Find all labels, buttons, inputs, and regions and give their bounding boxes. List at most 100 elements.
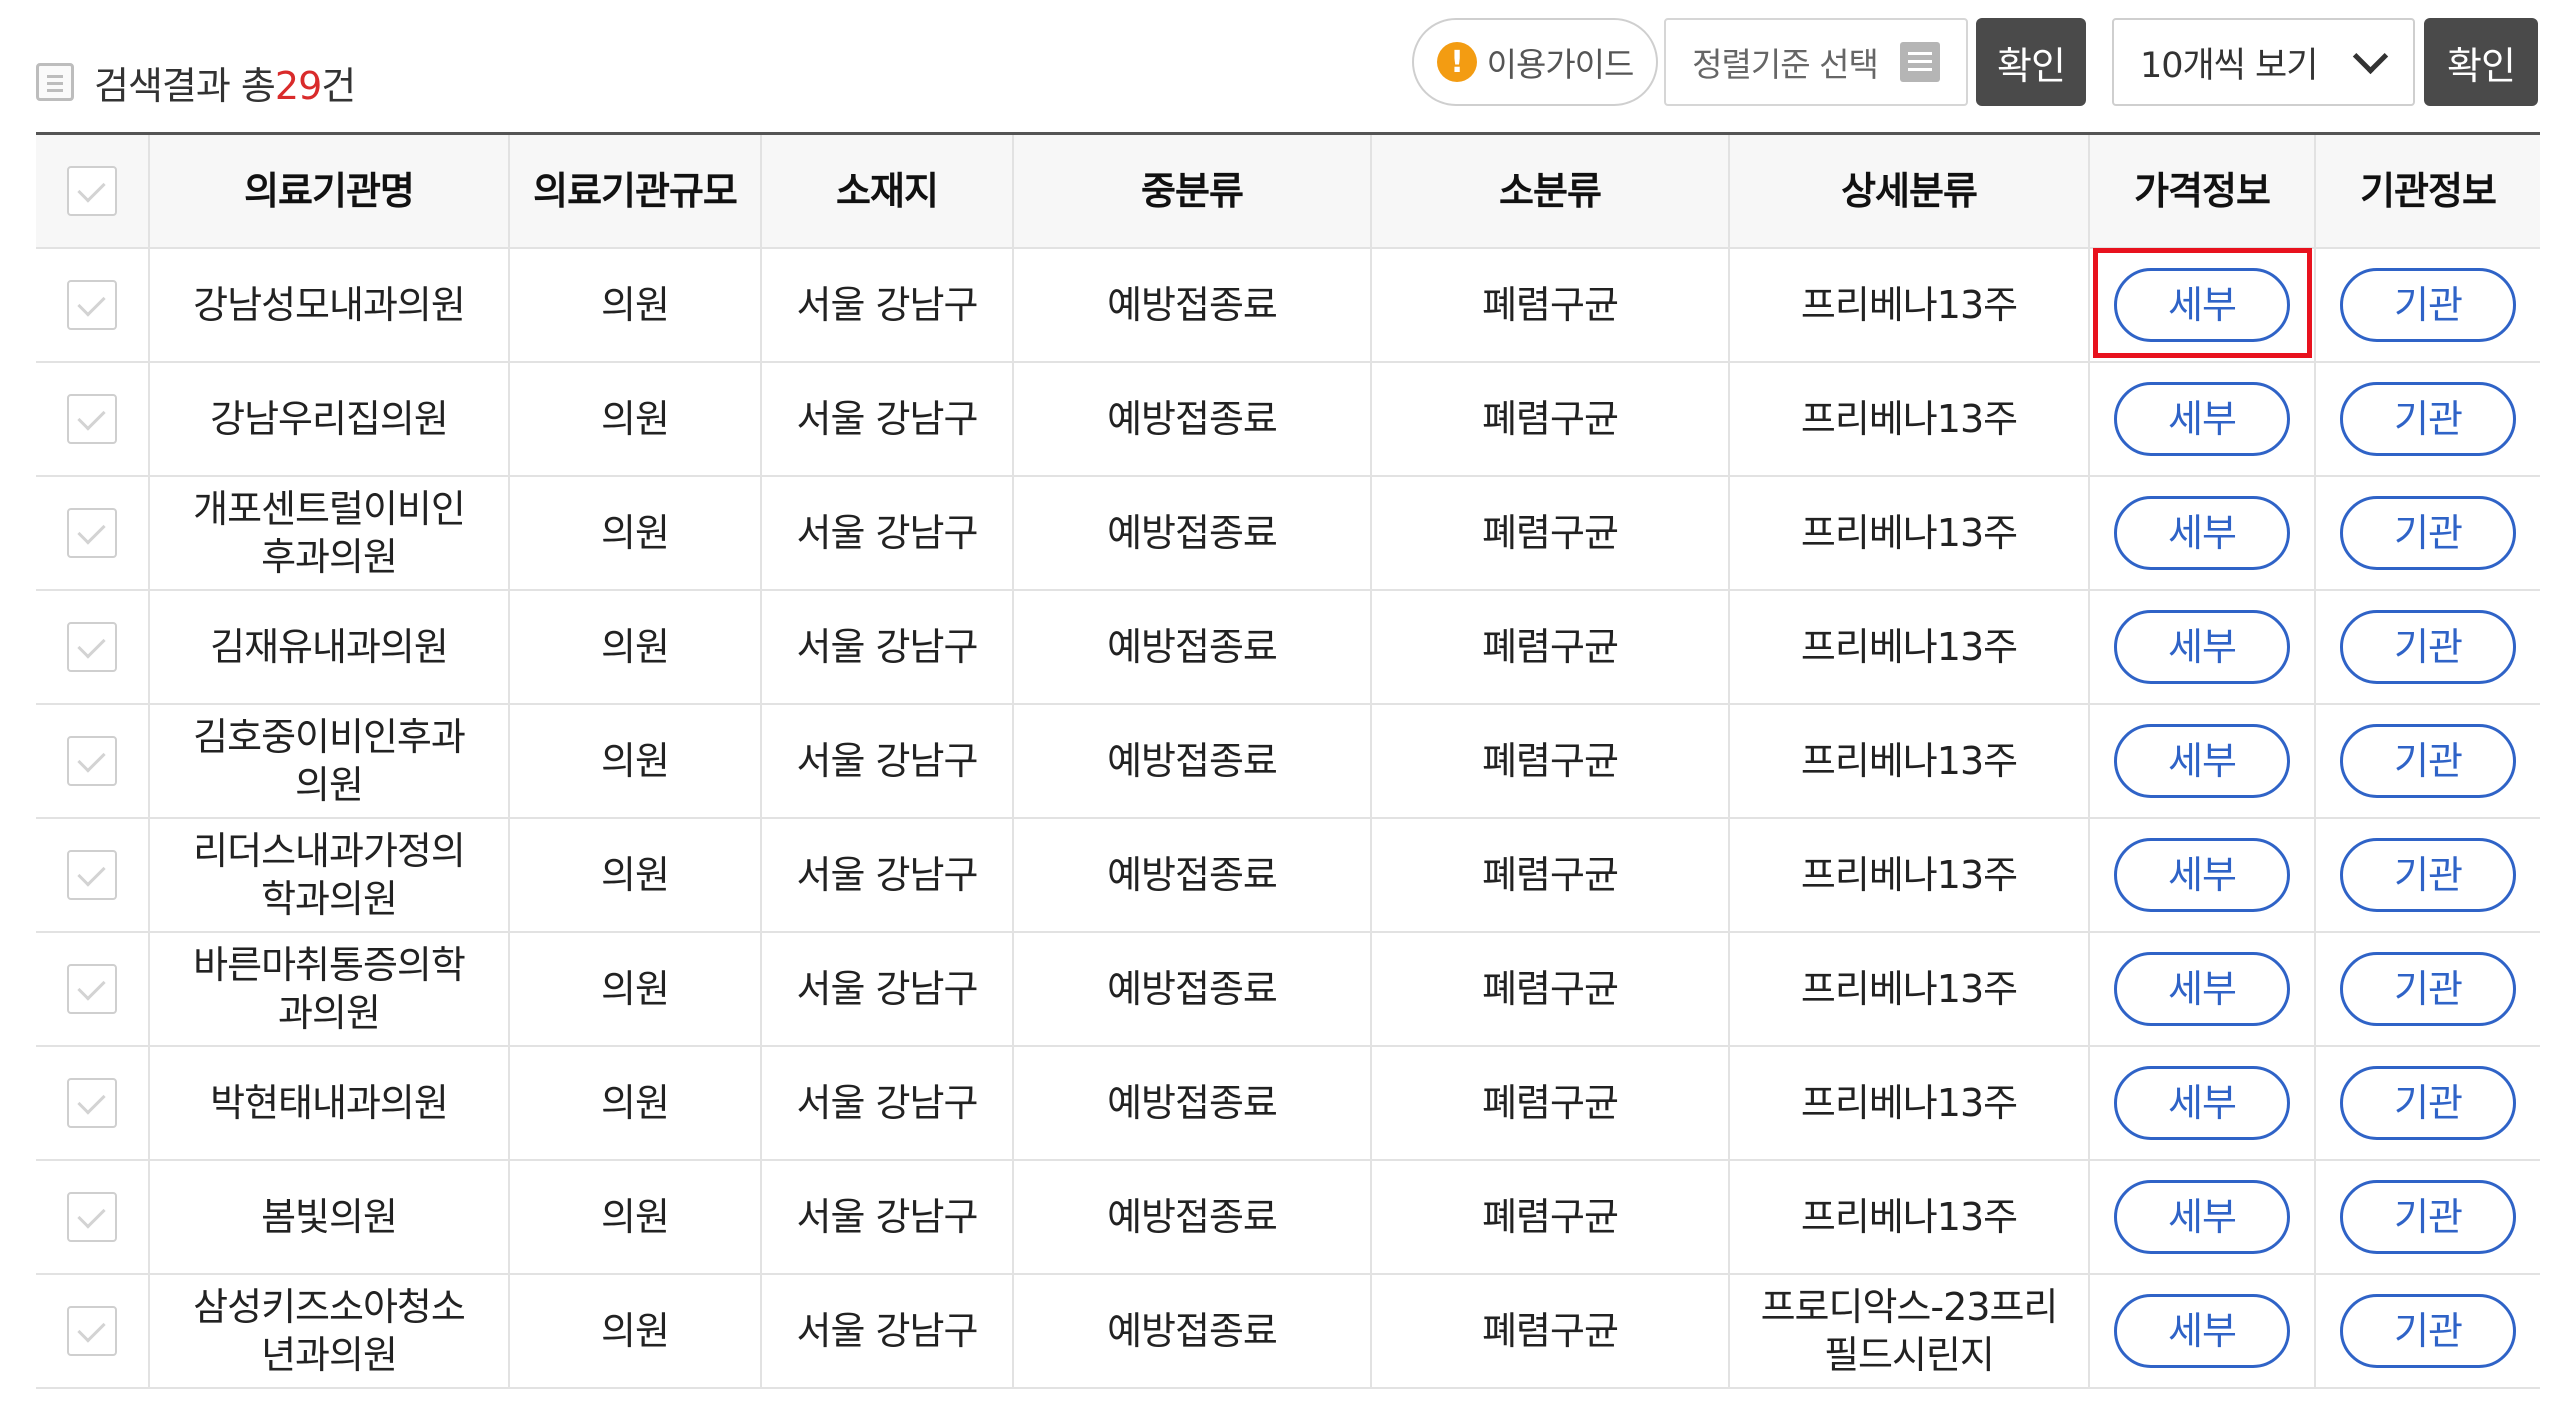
sub-category-cell: 폐렴구균	[1372, 1161, 1730, 1273]
location-cell: 서울 강남구	[762, 705, 1014, 817]
price-detail-button[interactable]: 세부	[2114, 1294, 2290, 1368]
select-all-checkbox[interactable]	[67, 166, 117, 216]
price-detail-button[interactable]: 세부	[2114, 610, 2290, 684]
price-info-cell: 세부	[2090, 933, 2316, 1045]
sort-criteria-button[interactable]: 정렬기준 선택	[1664, 18, 1968, 106]
header-mid-category: 중분류	[1014, 135, 1372, 247]
price-detail-button[interactable]: 세부	[2114, 838, 2290, 912]
table-row: 박현태내과의원 의원 서울 강남구 예방접종료 폐렴구균 프리베나13주 세부 기관	[36, 1047, 2540, 1161]
sub-category-cell: 폐렴구균	[1372, 705, 1730, 817]
table-row: 바른마취통증의학 과의원 의원 서울 강남구 예방접종료 폐렴구균 프리베나13주 세부 기관	[36, 933, 2540, 1047]
location-cell: 서울 강남구	[762, 363, 1014, 475]
table-row: 강남우리집의원 의원 서울 강남구 예방접종료 폐렴구균 프리베나13주 세부 기관	[36, 363, 2540, 477]
institution-name-cell: 강남우리집의원	[150, 363, 510, 475]
row-checkbox[interactable]	[67, 964, 117, 1014]
price-info-cell: 세부	[2090, 363, 2316, 475]
institution-scale-cell: 의원	[510, 1275, 762, 1387]
row-select-cell	[36, 933, 150, 1045]
detail-category-cell: 프리베나13주	[1730, 477, 2090, 589]
document-icon	[36, 63, 74, 101]
price-info-cell: 세부	[2090, 1047, 2316, 1159]
row-checkbox[interactable]	[67, 1306, 117, 1356]
institution-name-cell: 개포센트럴이비인 후과의원	[150, 477, 510, 589]
price-info-cell: 세부	[2090, 591, 2316, 703]
row-checkbox[interactable]	[67, 736, 117, 786]
page-size-confirm-button[interactable]: 확인	[2424, 18, 2538, 106]
mid-category-cell: 예방접종료	[1014, 1047, 1372, 1159]
sub-category-cell: 폐렴구균	[1372, 819, 1730, 931]
table-body: 강남성모내과의원 의원 서울 강남구 예방접종료 폐렴구균 프리베나13주 세부 기관 강남우리…	[36, 249, 2540, 1389]
price-info-cell: 세부	[2090, 705, 2316, 817]
sort-confirm-button[interactable]: 확인	[1976, 18, 2086, 106]
institution-info-cell: 기관	[2316, 1047, 2540, 1159]
list-icon	[1899, 42, 1940, 82]
mid-category-cell: 예방접종료	[1014, 1275, 1372, 1387]
mid-category-cell: 예방접종료	[1014, 591, 1372, 703]
institution-info-cell: 기관	[2316, 819, 2540, 931]
institution-name-cell: 김호중이비인후과 의원	[150, 705, 510, 817]
row-checkbox[interactable]	[67, 850, 117, 900]
table-row: 김재유내과의원 의원 서울 강남구 예방접종료 폐렴구균 프리베나13주 세부 기관	[36, 591, 2540, 705]
detail-category-cell: 프리베나13주	[1730, 1161, 2090, 1273]
table-header-row: 의료기관명 의료기관규모 소재지 중분류 소분류 상세분류 가격정보 기관정보	[36, 135, 2540, 249]
price-detail-button[interactable]: 세부	[2114, 1066, 2290, 1140]
price-detail-button[interactable]: 세부	[2114, 496, 2290, 570]
institution-info-button[interactable]: 기관	[2340, 724, 2516, 798]
institution-scale-cell: 의원	[510, 819, 762, 931]
sort-criteria-label: 정렬기준 선택	[1692, 45, 1879, 84]
exclamation-icon: !	[1436, 42, 1477, 82]
price-detail-button[interactable]: 세부	[2114, 268, 2290, 342]
institution-info-cell: 기관	[2316, 363, 2540, 475]
table-row: 봄빛의원 의원 서울 강남구 예방접종료 폐렴구균 프리베나13주 세부 기관	[36, 1161, 2540, 1275]
sub-category-cell: 폐렴구균	[1372, 363, 1730, 475]
row-checkbox[interactable]	[67, 280, 117, 330]
row-checkbox[interactable]	[67, 622, 117, 672]
institution-info-cell: 기관	[2316, 591, 2540, 703]
sub-category-cell: 폐렴구균	[1372, 1275, 1730, 1387]
price-detail-button[interactable]: 세부	[2114, 724, 2290, 798]
detail-category-cell: 프리베나13주	[1730, 705, 2090, 817]
institution-info-button[interactable]: 기관	[2340, 1066, 2516, 1140]
institution-info-button[interactable]: 기관	[2340, 610, 2516, 684]
location-cell: 서울 강남구	[762, 933, 1014, 1045]
price-info-cell: 세부	[2090, 1275, 2316, 1387]
price-detail-button[interactable]: 세부	[2114, 382, 2290, 456]
row-select-cell	[36, 249, 150, 361]
institution-scale-cell: 의원	[510, 477, 762, 589]
institution-scale-cell: 의원	[510, 591, 762, 703]
page-size-select[interactable]: 10개씩 보기	[2112, 18, 2415, 106]
row-select-cell	[36, 1047, 150, 1159]
institution-scale-cell: 의원	[510, 363, 762, 475]
price-detail-button[interactable]: 세부	[2114, 1180, 2290, 1254]
location-cell: 서울 강남구	[762, 819, 1014, 931]
row-checkbox[interactable]	[67, 1192, 117, 1242]
institution-info-button[interactable]: 기관	[2340, 268, 2516, 342]
location-cell: 서울 강남구	[762, 1275, 1014, 1387]
location-cell: 서울 강남구	[762, 1047, 1014, 1159]
detail-category-cell: 프리베나13주	[1730, 591, 2090, 703]
header-price-info: 가격정보	[2090, 135, 2316, 247]
row-checkbox[interactable]	[67, 508, 117, 558]
institution-info-cell: 기관	[2316, 249, 2540, 361]
mid-category-cell: 예방접종료	[1014, 477, 1372, 589]
price-info-cell: 세부	[2090, 1161, 2316, 1273]
institution-info-button[interactable]: 기관	[2340, 838, 2516, 912]
institution-name-cell: 박현태내과의원	[150, 1047, 510, 1159]
row-checkbox[interactable]	[67, 1078, 117, 1128]
location-cell: 서울 강남구	[762, 1161, 1014, 1273]
institution-info-button[interactable]: 기관	[2340, 1180, 2516, 1254]
institution-info-button[interactable]: 기관	[2340, 382, 2516, 456]
institution-info-button[interactable]: 기관	[2340, 496, 2516, 570]
detail-category-cell: 프리베나13주	[1730, 363, 2090, 475]
price-detail-button[interactable]: 세부	[2114, 952, 2290, 1026]
table-row: 리더스내과가정의 학과의원 의원 서울 강남구 예방접종료 폐렴구균 프리베나13주 세부 기관	[36, 819, 2540, 933]
institution-name-cell: 강남성모내과의원	[150, 249, 510, 361]
table-row: 삼성키즈소아청소 년과의원 의원 서울 강남구 예방접종료 폐렴구균 프로디악스-23프리 필…	[36, 1275, 2540, 1389]
sub-category-cell: 폐렴구균	[1372, 591, 1730, 703]
institution-scale-cell: 의원	[510, 1161, 762, 1273]
institution-scale-cell: 의원	[510, 705, 762, 817]
row-checkbox[interactable]	[67, 394, 117, 444]
usage-guide-button[interactable]: ! 이용가이드	[1412, 18, 1658, 106]
institution-info-button[interactable]: 기관	[2340, 952, 2516, 1026]
institution-info-button[interactable]: 기관	[2340, 1294, 2516, 1368]
